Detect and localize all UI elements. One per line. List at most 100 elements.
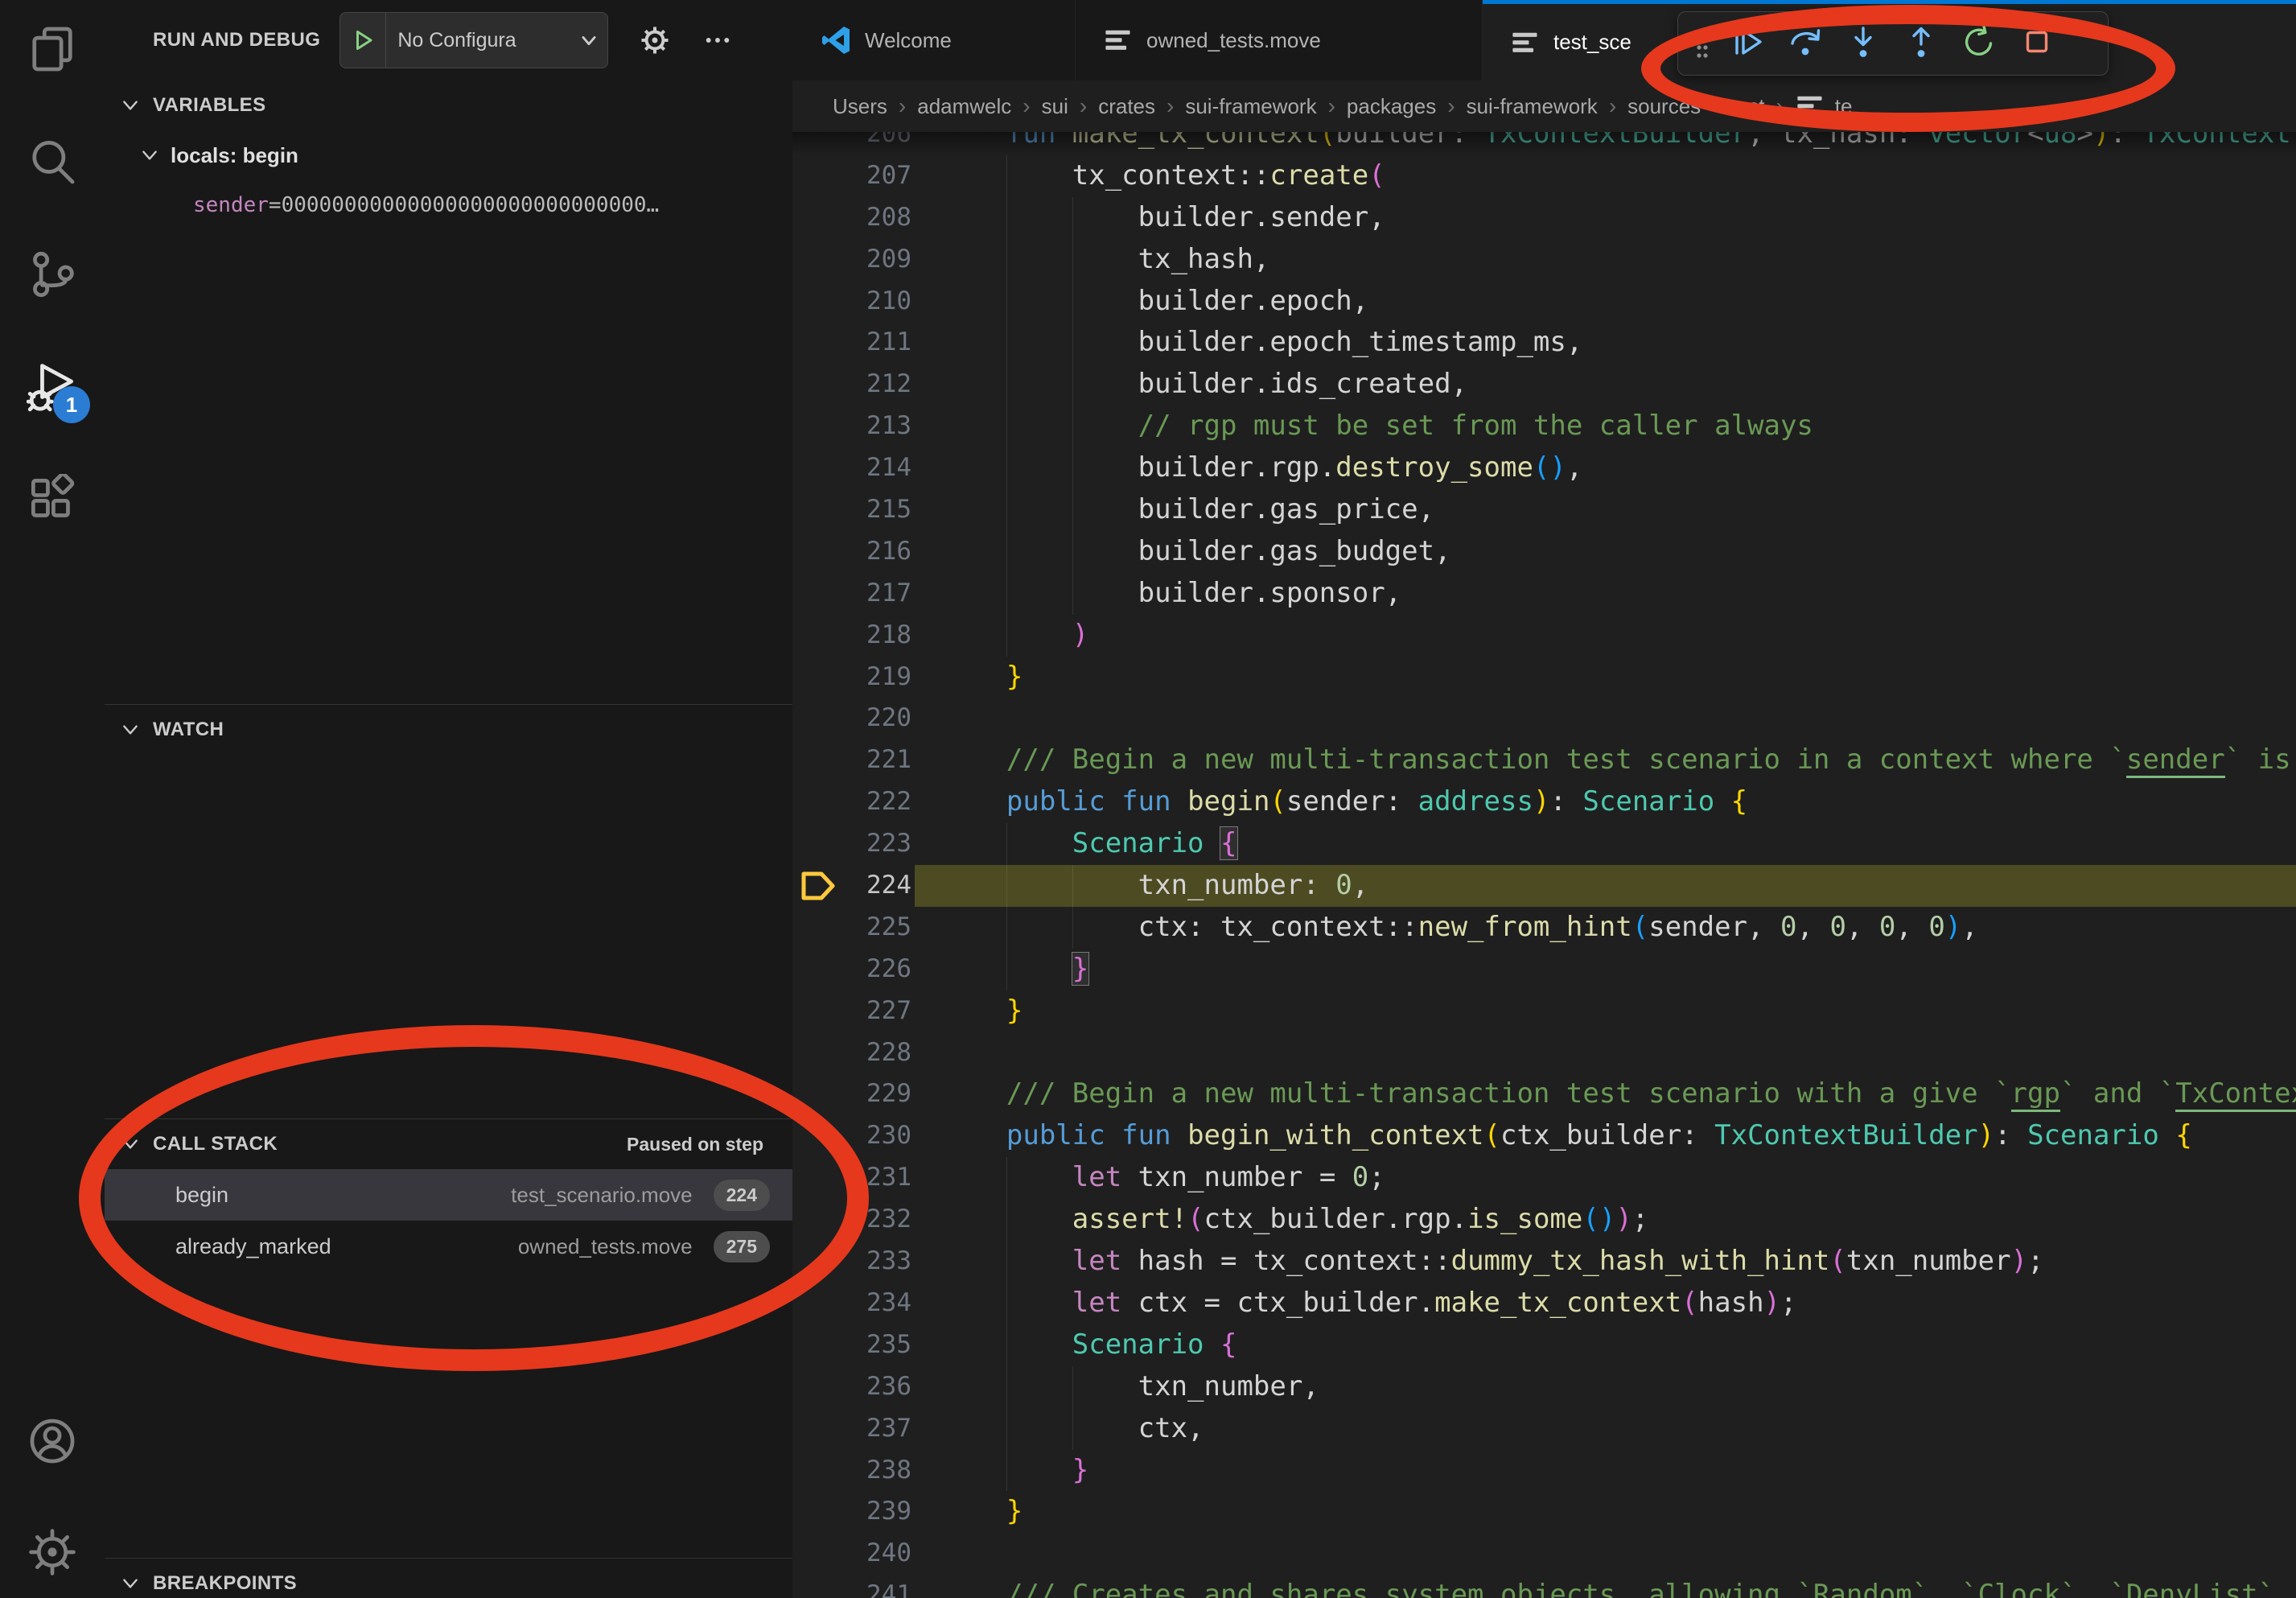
call-stack-frame[interactable]: already_markedowned_tests.move275 bbox=[105, 1221, 792, 1272]
activity-item-settings[interactable] bbox=[0, 1518, 105, 1590]
call-stack-section-header[interactable]: CALL STACK Paused on step bbox=[105, 1119, 792, 1169]
code-line-209[interactable]: 209 tx_hash, bbox=[792, 239, 2296, 281]
line-number[interactable]: 212 bbox=[792, 364, 911, 406]
line-number[interactable]: 224 bbox=[792, 865, 911, 907]
start-debugging-icon[interactable] bbox=[352, 28, 376, 52]
line-number[interactable]: 222 bbox=[792, 781, 911, 823]
code-line-236[interactable]: 236 txn_number, bbox=[792, 1366, 2296, 1408]
line-number[interactable]: 220 bbox=[792, 698, 911, 739]
line-number[interactable]: 214 bbox=[792, 447, 911, 489]
breadcrumb-item[interactable]: sources bbox=[1627, 94, 1701, 119]
code-editor[interactable]: 206 fun make_tx_context(builder: TxConte… bbox=[792, 132, 2296, 1598]
tab-welcome[interactable]: Welcome bbox=[792, 0, 1076, 80]
code-line-239[interactable]: 239 } bbox=[792, 1491, 2296, 1533]
code-line-240[interactable]: 240 bbox=[792, 1533, 2296, 1575]
code-line-215[interactable]: 215 builder.gas_price, bbox=[792, 489, 2296, 531]
code-line-221[interactable]: 221 /// Begin a new multi-transaction te… bbox=[792, 739, 2296, 781]
code-line-216[interactable]: 216 builder.gas_budget, bbox=[792, 531, 2296, 573]
line-number[interactable]: 240 bbox=[792, 1533, 911, 1575]
line-number[interactable]: 223 bbox=[792, 823, 911, 865]
activity-item-explorer[interactable] bbox=[0, 14, 105, 87]
line-number[interactable]: 225 bbox=[792, 907, 911, 949]
line-number[interactable]: 236 bbox=[792, 1366, 911, 1408]
breadcrumb-item[interactable]: te bbox=[1835, 94, 1853, 119]
code-line-217[interactable]: 217 builder.sponsor, bbox=[792, 573, 2296, 615]
call-stack-frame[interactable]: begintest_scenario.move224 bbox=[105, 1169, 792, 1221]
line-number[interactable]: 231 bbox=[792, 1157, 911, 1199]
line-number[interactable]: 208 bbox=[792, 197, 911, 239]
code-line-208[interactable]: 208 builder.sender, bbox=[792, 197, 2296, 239]
line-number[interactable]: 226 bbox=[792, 949, 911, 991]
code-line-212[interactable]: 212 builder.ids_created, bbox=[792, 364, 2296, 406]
code-line-233[interactable]: 233 let hash = tx_context::dummy_tx_hash… bbox=[792, 1241, 2296, 1283]
code-line-238[interactable]: 238 } bbox=[792, 1450, 2296, 1492]
code-line-235[interactable]: 235 Scenario { bbox=[792, 1324, 2296, 1366]
code-line-206[interactable]: 206 fun make_tx_context(builder: TxConte… bbox=[792, 132, 2296, 155]
more-actions-icon[interactable] bbox=[702, 24, 734, 56]
code-line-227[interactable]: 227 } bbox=[792, 991, 2296, 1032]
activity-item-run-and-debug[interactable]: 1 bbox=[0, 352, 105, 425]
debug-config-dropdown[interactable]: No Configura bbox=[339, 12, 608, 68]
line-number[interactable]: 230 bbox=[792, 1115, 911, 1157]
breadcrumb-item[interactable]: sui-framework bbox=[1467, 94, 1598, 119]
activity-item-extensions[interactable] bbox=[0, 465, 105, 537]
code-line-229[interactable]: 229 /// Begin a new multi-transaction te… bbox=[792, 1073, 2296, 1115]
code-line-224[interactable]: 224 txn_number: 0, bbox=[792, 865, 2296, 907]
line-number[interactable]: 221 bbox=[792, 739, 911, 781]
line-number[interactable]: 233 bbox=[792, 1241, 911, 1283]
line-number[interactable]: 209 bbox=[792, 239, 911, 281]
code-line-222[interactable]: 222 public fun begin(sender: address): S… bbox=[792, 781, 2296, 823]
line-number[interactable]: 215 bbox=[792, 489, 911, 531]
breadcrumb-item[interactable]: Users bbox=[833, 94, 887, 119]
code-line-232[interactable]: 232 assert!(ctx_builder.rgp.is_some()); bbox=[792, 1199, 2296, 1241]
code-line-210[interactable]: 210 builder.epoch, bbox=[792, 281, 2296, 323]
breadcrumb-item[interactable]: sui-framework bbox=[1185, 94, 1316, 119]
breakpoints-section-header[interactable]: BREAKPOINTS bbox=[105, 1559, 792, 1598]
tab-owned-tests-move[interactable]: owned_tests.move bbox=[1076, 0, 1483, 80]
code-line-228[interactable]: 228 bbox=[792, 1032, 2296, 1074]
line-number[interactable]: 238 bbox=[792, 1450, 911, 1492]
continue-button[interactable] bbox=[1718, 18, 1776, 69]
code-line-231[interactable]: 231 let txn_number = 0; bbox=[792, 1157, 2296, 1199]
watch-section-header[interactable]: WATCH bbox=[105, 705, 792, 755]
line-number[interactable]: 218 bbox=[792, 615, 911, 657]
line-number[interactable]: 206 bbox=[792, 132, 911, 155]
variables-section-header[interactable]: VARIABLES bbox=[105, 80, 792, 130]
activity-item-account[interactable] bbox=[0, 1406, 105, 1479]
activity-item-search[interactable] bbox=[0, 127, 105, 200]
line-number[interactable]: 229 bbox=[792, 1073, 911, 1115]
line-number[interactable]: 235 bbox=[792, 1324, 911, 1366]
line-number[interactable]: 232 bbox=[792, 1199, 911, 1241]
line-number[interactable]: 234 bbox=[792, 1283, 911, 1324]
code-line-219[interactable]: 219 } bbox=[792, 657, 2296, 698]
step-into-button[interactable] bbox=[1834, 18, 1892, 69]
line-number[interactable]: 239 bbox=[792, 1491, 911, 1533]
line-number[interactable]: 241 bbox=[792, 1575, 911, 1598]
breadcrumb-item[interactable]: packages bbox=[1347, 94, 1436, 119]
code-line-213[interactable]: 213 // rgp must be set from the caller a… bbox=[792, 406, 2296, 447]
line-number[interactable]: 228 bbox=[792, 1032, 911, 1074]
variable-row[interactable]: sender = 00000000000000000000000000000… bbox=[105, 180, 792, 230]
line-number[interactable]: 207 bbox=[792, 155, 911, 197]
breadcrumb-item[interactable]: test bbox=[1731, 94, 1765, 119]
line-number[interactable]: 211 bbox=[792, 322, 911, 364]
gear-icon[interactable] bbox=[639, 24, 671, 56]
code-line-230[interactable]: 230 public fun begin_with_context(ctx_bu… bbox=[792, 1115, 2296, 1157]
restart-button[interactable] bbox=[1950, 18, 2008, 69]
code-line-237[interactable]: 237 ctx, bbox=[792, 1408, 2296, 1450]
activity-item-source-control[interactable] bbox=[0, 240, 105, 312]
line-number[interactable]: 219 bbox=[792, 657, 911, 698]
code-line-225[interactable]: 225 ctx: tx_context::new_from_hint(sende… bbox=[792, 907, 2296, 949]
code-line-211[interactable]: 211 builder.epoch_timestamp_ms, bbox=[792, 322, 2296, 364]
step-out-button[interactable] bbox=[1892, 18, 1950, 69]
code-line-223[interactable]: 223 Scenario { bbox=[792, 823, 2296, 865]
code-line-207[interactable]: 207 tx_context::create( bbox=[792, 155, 2296, 197]
line-number[interactable]: 210 bbox=[792, 281, 911, 323]
line-number[interactable]: 217 bbox=[792, 573, 911, 615]
code-line-218[interactable]: 218 ) bbox=[792, 615, 2296, 657]
breadcrumb-item[interactable]: sui bbox=[1042, 94, 1068, 119]
code-line-220[interactable]: 220 bbox=[792, 698, 2296, 739]
toolbar-drag-handle-icon[interactable] bbox=[1693, 23, 1712, 64]
breadcrumb-item[interactable]: adamwelc bbox=[917, 94, 1011, 119]
stop-button[interactable] bbox=[2008, 18, 2066, 69]
